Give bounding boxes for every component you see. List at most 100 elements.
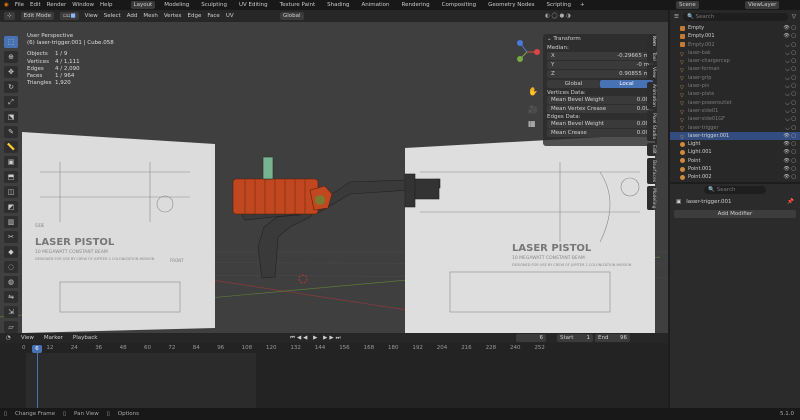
view-layer-selector[interactable]: ViewLayer bbox=[745, 1, 780, 9]
smooth-tool-icon[interactable]: ◍ bbox=[4, 276, 18, 288]
local-toggle[interactable]: Local bbox=[600, 80, 653, 88]
filter-icon[interactable]: ▽ bbox=[792, 14, 796, 20]
menu-mesh[interactable]: Mesh bbox=[143, 13, 157, 19]
bevel-tool-icon[interactable]: ◩ bbox=[4, 201, 18, 213]
outliner-item[interactable]: Empty.001 👁 ▢ bbox=[670, 32, 800, 40]
outliner-item[interactable]: Point 👁 ▢ bbox=[670, 157, 800, 165]
scale-tool-icon[interactable]: ⤢ bbox=[4, 96, 18, 108]
tab-edit[interactable]: Edit bbox=[647, 142, 656, 156]
select-tool-icon[interactable]: ⬚ bbox=[4, 36, 18, 48]
properties-search-input[interactable]: 🔍 Search bbox=[704, 186, 766, 194]
poly-build-tool-icon[interactable]: ◆ bbox=[4, 246, 18, 258]
extrude-tool-icon[interactable]: ⬒ bbox=[4, 171, 18, 183]
cursor-tool-icon[interactable]: ⊕ bbox=[4, 51, 18, 63]
transform-header[interactable]: ⌄ Transform bbox=[547, 36, 653, 42]
menu-help[interactable]: Help bbox=[100, 2, 113, 8]
outliner-item[interactable]: Point.001 👁 ▢ bbox=[670, 165, 800, 173]
menu-file[interactable]: File bbox=[15, 2, 24, 8]
outliner-item[interactable]: ▽ laser-grip ◡ ▢ bbox=[670, 74, 800, 83]
knife-tool-icon[interactable]: ✂ bbox=[4, 231, 18, 243]
playback-controls[interactable]: ⏮◀◀ ▶ ▶▶⏭ bbox=[290, 335, 343, 342]
vertex-bevel-weight-field[interactable]: Mean Bevel Weight 0.00 bbox=[547, 96, 653, 104]
outliner-item[interactable]: ▽ laser-trigger ◡ ▢ bbox=[670, 124, 800, 133]
editor-type-icon[interactable]: ◔ bbox=[6, 335, 11, 341]
visibility-toggle-icon[interactable]: 👁 ▢ bbox=[783, 165, 796, 173]
display-mode-icon[interactable]: ☰ bbox=[674, 14, 679, 20]
tab-scripting[interactable]: Scripting bbox=[544, 1, 574, 9]
menu-render[interactable]: Render bbox=[47, 2, 67, 8]
menu-edit[interactable]: Edit bbox=[30, 2, 41, 8]
visibility-toggle-icon[interactable]: 👁 ▢ bbox=[783, 173, 796, 181]
edge-slide-tool-icon[interactable]: ⇋ bbox=[4, 291, 18, 303]
tab-compositing[interactable]: Compositing bbox=[439, 1, 479, 9]
outliner-item[interactable]: Empty.002 ◡ ▢ bbox=[670, 41, 800, 49]
tab-modeling[interactable]: Modeling bbox=[161, 1, 192, 9]
visibility-toggle-icon[interactable]: ◡ ▢ bbox=[785, 115, 796, 123]
editor-type-icon[interactable]: ⊹ bbox=[4, 12, 15, 20]
tab-animation[interactable]: Animation bbox=[647, 81, 656, 109]
visibility-toggle-icon[interactable]: 👁 ▢ bbox=[783, 32, 796, 40]
tab-item[interactable]: Item bbox=[647, 34, 656, 49]
transform-tool-icon[interactable]: ⬔ bbox=[4, 111, 18, 123]
tab-animation[interactable]: Animation bbox=[358, 1, 392, 9]
visibility-toggle-icon[interactable]: ◡ ▢ bbox=[785, 124, 796, 132]
median-y-field[interactable]: Y -0 m bbox=[547, 61, 653, 69]
blender-logo-icon[interactable]: ◉ bbox=[4, 2, 9, 8]
inset-tool-icon[interactable]: ◫ bbox=[4, 186, 18, 198]
tab-pixel-studio[interactable]: Pixel Studio bbox=[647, 110, 656, 141]
move-tool-icon[interactable]: ✥ bbox=[4, 66, 18, 78]
scene-selector[interactable]: Scene bbox=[676, 1, 699, 9]
shading-buttons[interactable]: ◐ ◯ ● ◑ bbox=[545, 13, 571, 19]
mode-selector[interactable]: Edit Mode bbox=[20, 12, 54, 20]
tab-shading[interactable]: Shading bbox=[324, 1, 352, 9]
shear-tool-icon[interactable]: ▱ bbox=[4, 321, 18, 333]
edge-crease-field[interactable]: Mean Crease 0.00 bbox=[547, 129, 653, 137]
menu-window[interactable]: Window bbox=[72, 2, 94, 8]
outliner-item[interactable]: Point.002 👁 ▢ bbox=[670, 173, 800, 181]
outliner-item[interactable]: ▽ laser-pin ◡ ▢ bbox=[670, 82, 800, 91]
loop-cut-tool-icon[interactable]: ▥ bbox=[4, 216, 18, 228]
visibility-toggle-icon[interactable]: 👁 ▢ bbox=[783, 140, 796, 148]
vertex-crease-field[interactable]: Mean Vertex Crease 0.00 bbox=[547, 105, 653, 113]
outliner-item[interactable]: ▽ laser-trigger.001 👁 ▢ bbox=[670, 131, 800, 141]
menu-face[interactable]: Face bbox=[207, 13, 219, 19]
outliner-item[interactable]: ▽ laser-poweroutlet ◡ ▢ bbox=[670, 99, 800, 108]
outliner-item[interactable]: Empty 👁 ▢ bbox=[670, 24, 800, 32]
add-workspace-icon[interactable]: + bbox=[580, 2, 585, 8]
tab-modeling[interactable]: Modeling bbox=[647, 185, 656, 211]
playhead-frame-label[interactable]: 6 bbox=[32, 345, 42, 353]
global-toggle[interactable]: Global bbox=[547, 80, 600, 88]
add-cube-tool-icon[interactable]: ▣ bbox=[4, 156, 18, 168]
pin-icon[interactable]: 📌 bbox=[787, 199, 794, 205]
timeline-menu-marker[interactable]: Marker bbox=[44, 335, 63, 341]
rotate-tool-icon[interactable]: ↻ bbox=[4, 81, 18, 93]
visibility-toggle-icon[interactable]: 👁 ▢ bbox=[783, 148, 796, 156]
measure-tool-icon[interactable]: 📏 bbox=[4, 141, 18, 153]
visibility-toggle-icon[interactable]: ◡ ▢ bbox=[785, 57, 796, 65]
visibility-toggle-icon[interactable]: ◡ ▢ bbox=[785, 90, 796, 98]
visibility-toggle-icon[interactable]: ◡ ▢ bbox=[785, 65, 796, 73]
add-modifier-button[interactable]: Add Modifier bbox=[674, 210, 796, 218]
playhead[interactable] bbox=[37, 346, 38, 408]
outliner-item[interactable]: ▽ laser-forman ◡ ▢ bbox=[670, 65, 800, 74]
frame-ruler[interactable]: 0 12 24 36 48 60 72 84 96 108 120 132 144 156 168 180 19… bbox=[0, 343, 668, 353]
menu-vertex[interactable]: Vertex bbox=[164, 13, 182, 19]
menu-view[interactable]: View bbox=[85, 13, 98, 19]
shrink-tool-icon[interactable]: ⇲ bbox=[4, 306, 18, 318]
edge-bevel-weight-field[interactable]: Mean Bevel Weight 0.00 bbox=[547, 120, 653, 128]
visibility-toggle-icon[interactable]: 👁 ▢ bbox=[783, 157, 796, 165]
menu-add[interactable]: Add bbox=[127, 13, 138, 19]
tab-texture-paint[interactable]: Texture Paint bbox=[277, 1, 319, 9]
visibility-toggle-icon[interactable]: ◡ ▢ bbox=[785, 74, 796, 82]
tab-tool[interactable]: Tool bbox=[647, 50, 656, 63]
tab-bsurfaces[interactable]: Bsurfaces bbox=[647, 157, 656, 184]
menu-uv[interactable]: UV bbox=[226, 13, 234, 19]
tab-sculpting[interactable]: Sculpting bbox=[198, 1, 230, 9]
visibility-toggle-icon[interactable]: ◡ ▢ bbox=[785, 82, 796, 90]
visibility-toggle-icon[interactable]: 👁 ▢ bbox=[783, 24, 796, 32]
outliner-item[interactable]: ▽ laser-plate ◡ ▢ bbox=[670, 90, 800, 99]
select-mode-buttons[interactable]: ▫▫■ bbox=[60, 12, 79, 20]
median-z-field[interactable]: Z 0.90855 m bbox=[547, 70, 653, 78]
timeline-menu-playback[interactable]: Playback bbox=[73, 335, 98, 341]
tab-geometry-nodes[interactable]: Geometry Nodes bbox=[485, 1, 537, 9]
